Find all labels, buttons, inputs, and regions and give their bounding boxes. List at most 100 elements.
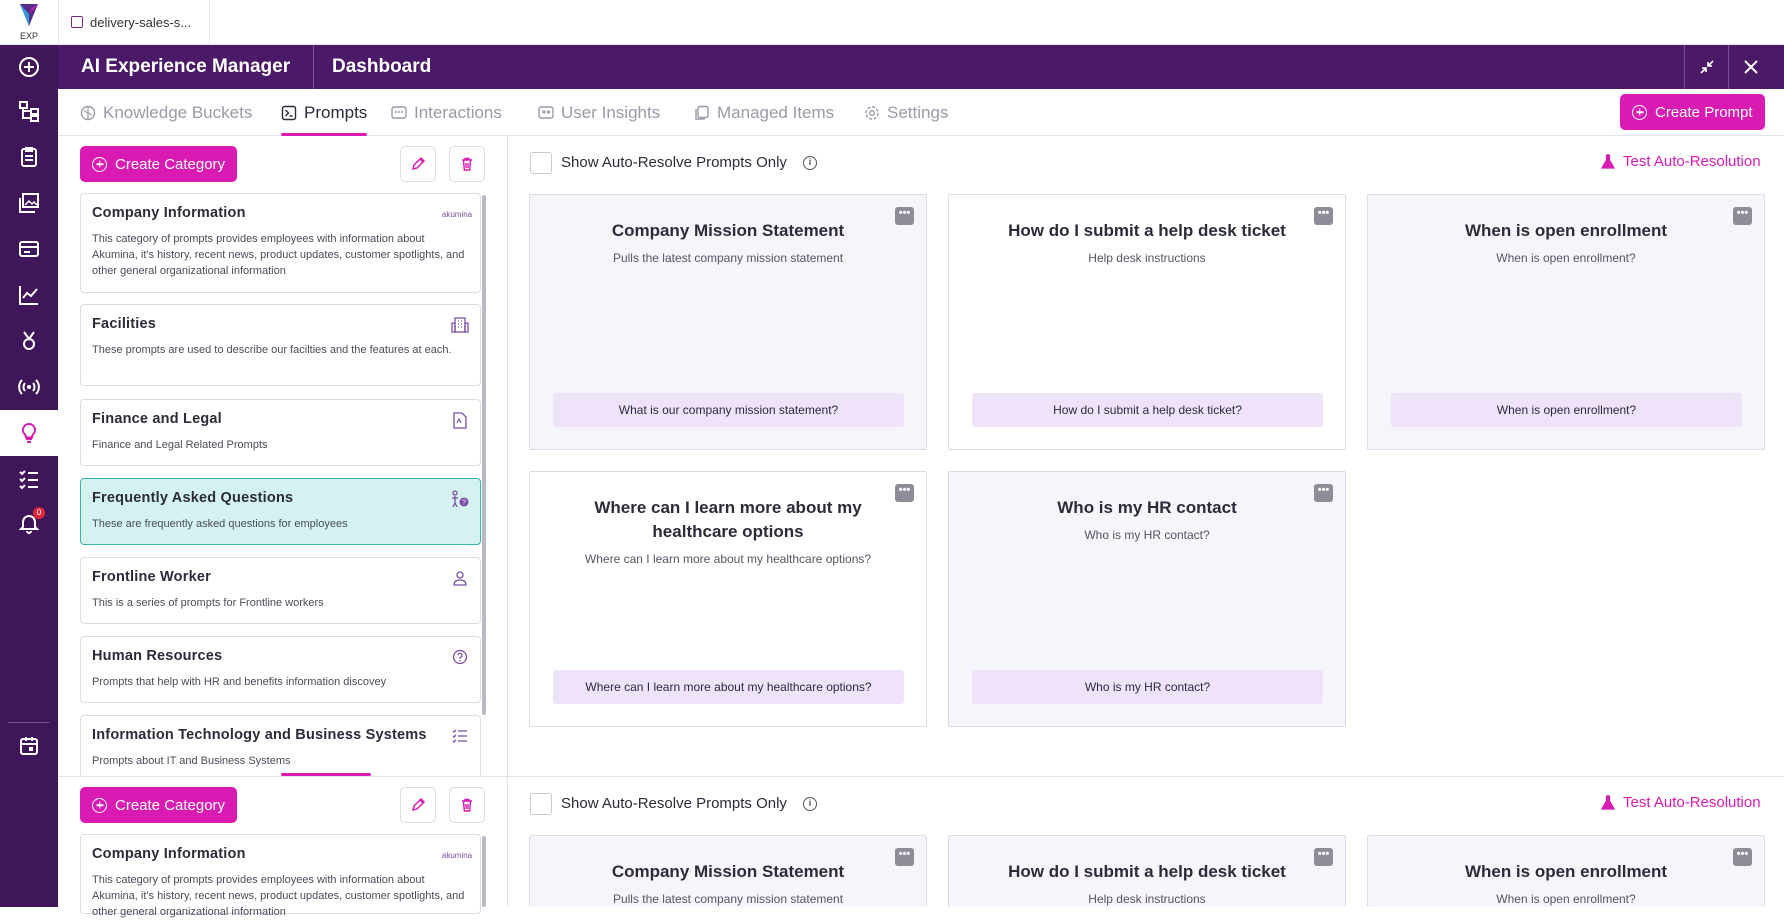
panel-separator <box>58 776 1784 777</box>
trash-icon <box>462 157 472 171</box>
create-category-button[interactable]: Create Category <box>80 787 238 823</box>
pencil-icon <box>411 797 426 812</box>
akumina-logo: akumina <box>441 850 473 860</box>
category-description: This category of prompts provides employ… <box>92 233 465 277</box>
prompt-card[interactable]: ••• Who is my HR contact Who is my HR co… <box>948 471 1346 727</box>
more-options-button[interactable]: ••• <box>1314 484 1333 502</box>
category-description: Prompts that help with HR and benefits i… <box>92 676 387 688</box>
document-icon <box>450 410 470 430</box>
sidebar-item-sitemap[interactable] <box>0 90 58 132</box>
delete-category-button[interactable] <box>449 146 485 182</box>
create-prompt-button[interactable]: Create Prompt <box>1620 94 1765 130</box>
category-scrollbar[interactable] <box>482 195 486 715</box>
prompt-question[interactable]: How do I submit a help desk ticket? <box>972 393 1323 427</box>
category-title: Facilities <box>92 316 157 332</box>
prompt-card[interactable]: ••• How do I submit a help desk ticket H… <box>948 194 1346 450</box>
more-options-button[interactable]: ••• <box>1733 207 1752 225</box>
category-card[interactable]: Frontline Worker This is a series of pro… <box>80 557 481 624</box>
sidebar-item-tasks[interactable] <box>0 458 58 500</box>
close-button[interactable] <box>1728 45 1772 89</box>
edit-category-button[interactable] <box>400 146 436 182</box>
category-scrollbar[interactable] <box>482 836 486 907</box>
prompt-question[interactable]: When is open enrollment? <box>1391 393 1742 427</box>
test-auto-resolution-label: Test Auto-Resolution <box>1623 794 1761 811</box>
brain-icon <box>80 105 96 120</box>
sidebar-item-broadcast[interactable] <box>0 366 58 408</box>
prompt-card[interactable]: ••• Where can I learn more about my heal… <box>529 471 927 727</box>
tab-knowledge-buckets[interactable]: Knowledge Buckets <box>80 89 252 136</box>
copy-icon <box>695 105 709 120</box>
prompt-card[interactable]: ••• Company Mission Statement Pulls the … <box>529 194 927 450</box>
sidebar-item-awards[interactable] <box>0 320 58 362</box>
sidebar-divider <box>8 722 50 723</box>
create-category-label: Create Category <box>115 796 226 814</box>
sidebar-item-notifications[interactable]: 0 <box>0 502 58 544</box>
tab-managed-items[interactable]: Managed Items <box>694 89 834 136</box>
tab-label: Knowledge Buckets <box>103 102 253 122</box>
test-auto-resolution-link[interactable]: Test Auto-Resolution <box>1601 153 1761 170</box>
more-options-button[interactable]: ••• <box>1314 848 1333 866</box>
more-options-button[interactable]: ••• <box>1314 207 1333 225</box>
info-icon[interactable]: i <box>803 156 817 170</box>
tab-interactions[interactable]: Interactions <box>391 89 502 136</box>
sidebar-item-analytics[interactable] <box>0 274 58 316</box>
close-icon <box>1743 60 1758 74</box>
prompt-title: Company Mission Statement <box>611 862 845 881</box>
edit-category-button[interactable] <box>400 787 436 823</box>
category-card[interactable]: Facilities These prompts are used to des… <box>80 304 481 386</box>
auto-resolve-checkbox[interactable] <box>530 152 552 174</box>
auto-resolve-label: Show Auto-Resolve Prompts Only <box>561 154 787 171</box>
sidebar-item-gallery[interactable] <box>0 182 58 224</box>
delete-category-button[interactable] <box>449 787 485 823</box>
category-card[interactable]: Company Information This category of pro… <box>80 193 481 293</box>
plus-circle-icon <box>19 57 39 77</box>
top-strip: EXP delivery-sales-s... <box>0 0 1784 45</box>
app-sidebar: 0 <box>0 45 58 907</box>
sidebar-item-add[interactable] <box>0 46 58 88</box>
card-icon <box>19 241 39 257</box>
auto-resolve-checkbox[interactable] <box>530 793 552 815</box>
users-icon <box>538 105 554 119</box>
pencil-icon <box>411 156 426 171</box>
prompt-title: Who is my HR contact <box>1057 498 1237 517</box>
prompt-question[interactable]: What is our company mission statement? <box>553 393 904 427</box>
category-card[interactable]: Information Technology and Business Syst… <box>80 715 481 776</box>
more-options-button[interactable]: ••• <box>895 484 914 502</box>
test-auto-resolution-label: Test Auto-Resolution <box>1623 153 1761 170</box>
category-title: Company Information <box>92 205 246 221</box>
sidebar-item-ai-prompts[interactable] <box>0 410 58 456</box>
more-options-button[interactable]: ••• <box>1733 848 1752 866</box>
sidebar-item-calendar[interactable] <box>0 725 58 767</box>
category-card[interactable]: Human Resources Prompts that help with H… <box>80 636 481 703</box>
sidebar-item-clipboard[interactable] <box>0 136 58 178</box>
line-chart-icon <box>19 286 38 305</box>
tab-prompts[interactable]: Prompts <box>281 89 368 136</box>
exp-logo-icon <box>20 4 38 26</box>
test-auto-resolution-link[interactable]: Test Auto-Resolution <box>1601 794 1761 811</box>
tab-user-insights[interactable]: User Insights <box>538 89 660 136</box>
category-card-selected[interactable]: Frequently Asked Questions These are fre… <box>80 478 481 545</box>
gear-icon <box>865 105 879 120</box>
sidebar-item-card[interactable] <box>0 228 58 270</box>
info-icon[interactable]: i <box>803 797 817 811</box>
category-card[interactable]: Finance and Legal Finance and Legal Rela… <box>80 399 481 466</box>
trash-icon <box>462 798 472 812</box>
exp-logo[interactable]: EXP <box>8 2 50 42</box>
prompt-question[interactable]: Who is my HR contact? <box>972 670 1323 704</box>
flask-icon <box>1601 153 1615 169</box>
terminal-icon <box>281 105 297 120</box>
category-card[interactable]: Company Information This category of pro… <box>80 834 481 918</box>
tab-settings[interactable]: Settings <box>864 89 948 136</box>
prompt-card[interactable]: ••• When is open enrollment When is open… <box>1367 835 1765 907</box>
tab-label: User Insights <box>561 102 661 122</box>
create-category-button[interactable]: Create Category <box>80 146 238 182</box>
browser-tab[interactable]: delivery-sales-s... <box>58 0 210 44</box>
more-options-button[interactable]: ••• <box>895 207 914 225</box>
svg-text:?: ? <box>462 500 466 507</box>
prompt-card[interactable]: ••• How do I submit a help desk ticket H… <box>948 835 1346 907</box>
prompt-card[interactable]: ••• When is open enrollment When is open… <box>1367 194 1765 450</box>
collapse-button[interactable] <box>1684 45 1728 89</box>
more-options-button[interactable]: ••• <box>895 848 914 866</box>
prompt-card[interactable]: ••• Company Mission Statement Pulls the … <box>529 835 927 907</box>
prompt-question[interactable]: Where can I learn more about my healthca… <box>553 670 904 704</box>
